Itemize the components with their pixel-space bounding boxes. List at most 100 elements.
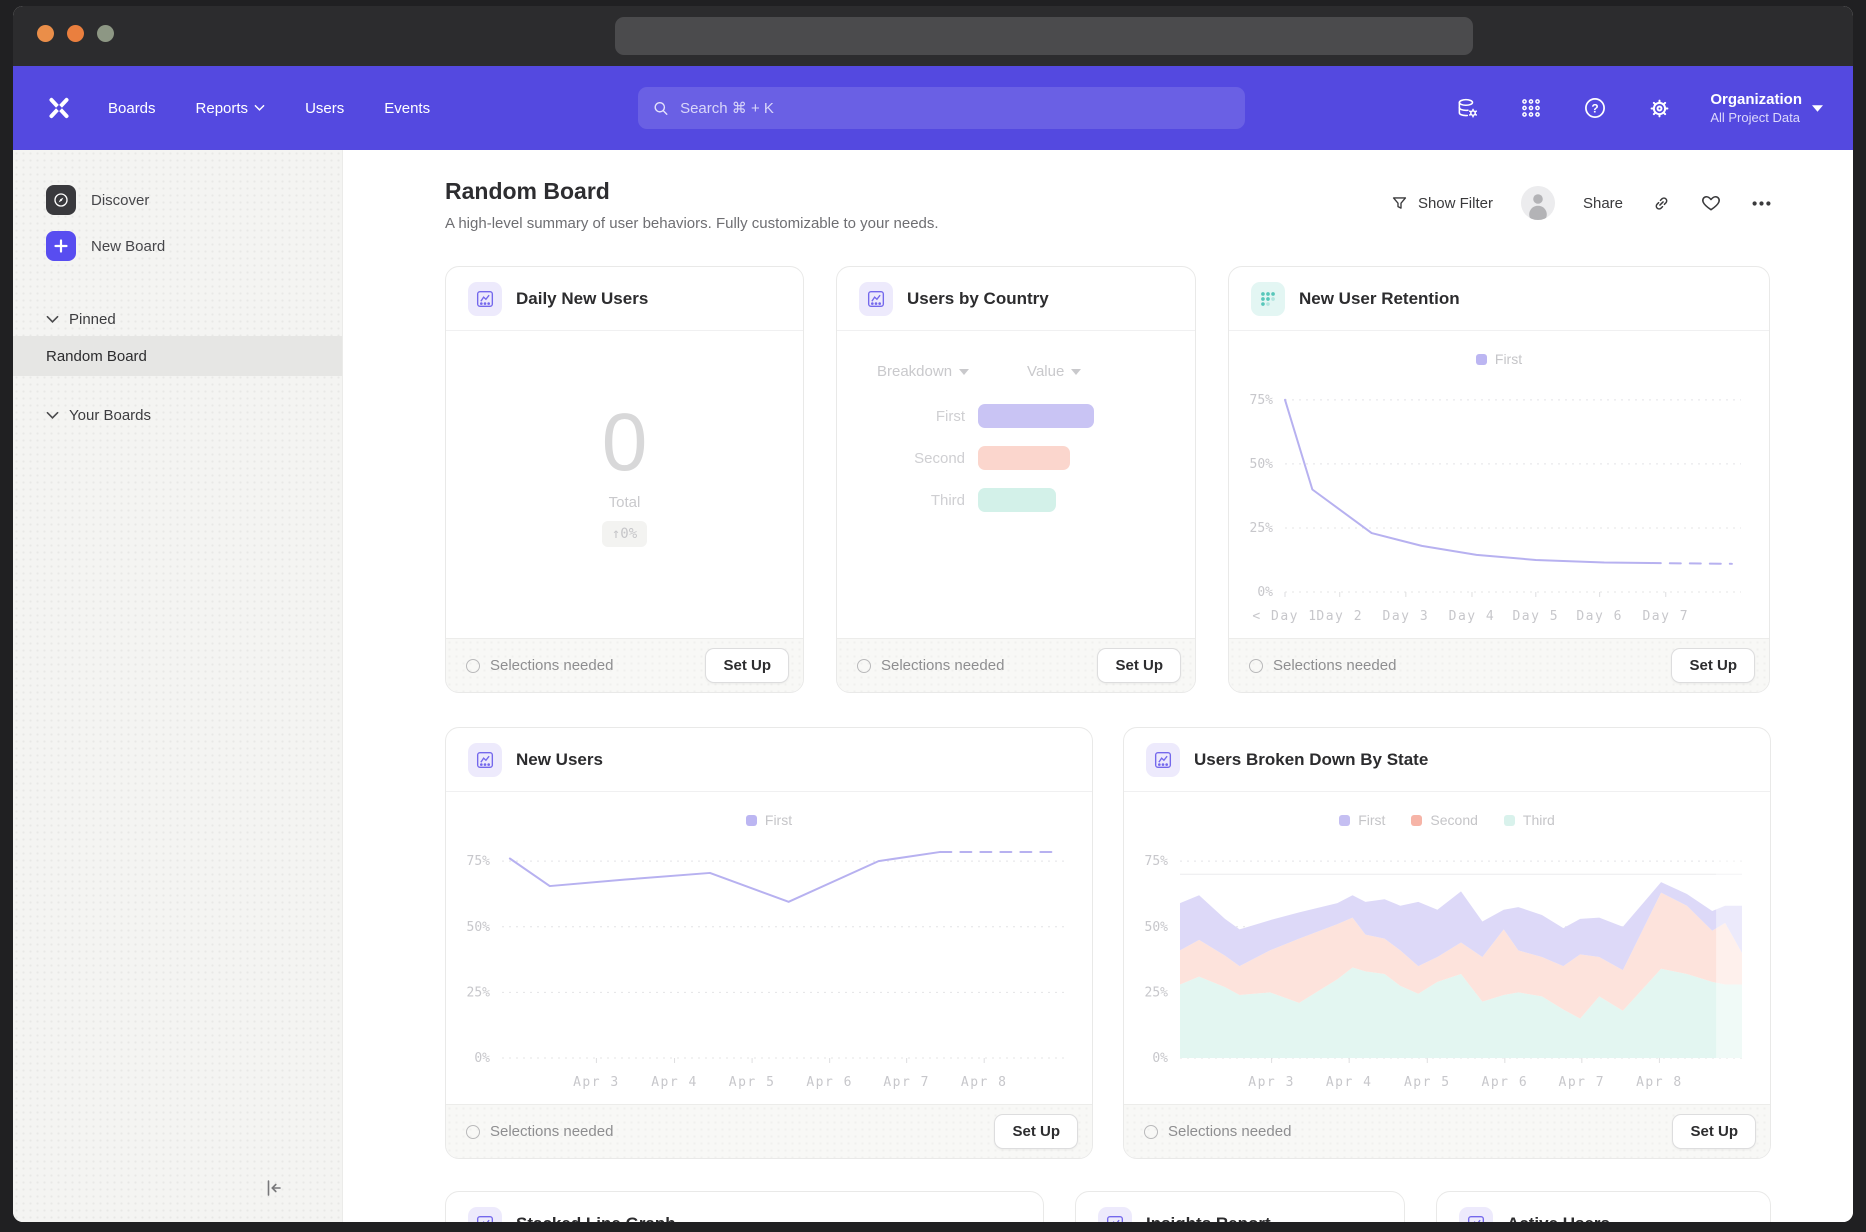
nav-item-label: Boards — [108, 100, 156, 117]
card-header: New User Retention — [1229, 267, 1769, 331]
legend-label: Second — [1430, 812, 1477, 828]
svg-text:Day 5: Day 5 — [1512, 609, 1559, 624]
nav-item-label: Events — [384, 100, 430, 117]
sidebar-item-random-board[interactable]: Random Board — [13, 336, 342, 376]
status-text: Selections needed — [490, 1123, 613, 1140]
breakdown-dropdown[interactable]: Breakdown — [877, 363, 969, 380]
search-input[interactable] — [680, 100, 1231, 117]
bar — [978, 404, 1094, 428]
share-button[interactable]: Share — [1583, 195, 1623, 212]
bar — [978, 446, 1070, 470]
apps-grid-icon[interactable] — [1518, 95, 1544, 121]
bar-row: First — [837, 404, 1195, 428]
org-project-scope: All Project Data — [1710, 109, 1802, 126]
retention-grid-icon — [1251, 282, 1285, 316]
retention-line-chart: 75%50%25%0%< Day 1Day 2Day 3Day 4Day 5Da… — [1229, 371, 1769, 638]
close-window-button[interactable] — [37, 25, 54, 42]
metric-display: 0 Total ↑0% — [446, 321, 803, 628]
new-users-line-chart: 75%50%25%0%Apr 3Apr 4Apr 5Apr 6Apr 7Apr … — [446, 832, 1092, 1104]
insights-chart-icon — [1098, 1207, 1132, 1223]
more-options-button[interactable] — [1750, 192, 1773, 215]
nav-item-users[interactable]: Users — [305, 100, 344, 117]
copy-link-button[interactable] — [1651, 193, 1672, 214]
insights-chart-icon — [468, 743, 502, 777]
minimize-window-button[interactable] — [67, 25, 84, 42]
set-up-button[interactable]: Set Up — [1671, 648, 1755, 683]
svg-text:Apr 8: Apr 8 — [961, 1075, 1008, 1090]
heart-icon — [1700, 192, 1722, 214]
data-settings-icon[interactable] — [1454, 95, 1480, 121]
set-up-button[interactable]: Set Up — [994, 1114, 1078, 1149]
status-text: Selections needed — [1273, 657, 1396, 674]
legend-item: Second — [1411, 812, 1477, 828]
section-label: Your Boards — [69, 407, 151, 424]
bar-label: Third — [837, 492, 965, 509]
breakdown-columns: Breakdown Value — [877, 363, 1195, 380]
page-title: Random Board — [445, 178, 939, 205]
legend-item: Third — [1504, 812, 1555, 828]
card-header: Users Broken Down By State — [1124, 728, 1770, 792]
svg-text:Apr 7: Apr 7 — [1559, 1075, 1606, 1090]
nav-item-events[interactable]: Events — [384, 100, 430, 117]
card-footer: Selections needed Set Up — [446, 638, 803, 692]
insights-chart-icon — [468, 1207, 502, 1223]
legend-label: First — [1358, 812, 1385, 828]
zoom-window-button[interactable] — [97, 25, 114, 42]
bar-label: First — [837, 408, 965, 425]
card-insights-report: Insights Report — [1075, 1191, 1405, 1222]
svg-text:25%: 25% — [1145, 985, 1169, 1000]
sidebar-section-your-boards[interactable]: Your Boards — [13, 398, 342, 432]
card-footer: Selections needed Set Up — [1124, 1104, 1770, 1158]
metric-value: 0 — [602, 402, 648, 484]
org-switcher[interactable]: Organization All Project Data — [1710, 90, 1823, 126]
avatar[interactable] — [1521, 186, 1555, 220]
status-circle-icon — [466, 659, 480, 673]
status-circle-icon — [857, 659, 871, 673]
plus-icon — [46, 231, 76, 261]
sidebar-collapse-button[interactable] — [258, 1174, 286, 1202]
status-text: Selections needed — [490, 657, 613, 674]
legend-item: First — [1339, 812, 1385, 828]
sidebar-item-discover[interactable]: Discover — [13, 180, 342, 220]
favorite-button[interactable] — [1700, 192, 1722, 214]
card-footer: Selections needed Set Up — [446, 1104, 1092, 1158]
mixpanel-logo-icon[interactable] — [46, 95, 72, 121]
global-search[interactable] — [638, 87, 1245, 129]
show-filter-button[interactable]: Show Filter — [1390, 194, 1493, 213]
card-title: Users Broken Down By State — [1194, 750, 1428, 770]
nav-item-reports[interactable]: Reports — [196, 100, 266, 117]
sidebar-section-pinned[interactable]: Pinned — [13, 302, 342, 336]
legend-swatch — [1504, 815, 1515, 826]
insights-chart-icon — [468, 282, 502, 316]
chart-legend: First Second Third — [1124, 808, 1770, 832]
status-circle-icon — [1249, 659, 1263, 673]
nav-item-boards[interactable]: Boards — [108, 100, 156, 117]
insights-chart-icon — [1459, 1207, 1493, 1223]
svg-text:Day 2: Day 2 — [1316, 609, 1363, 624]
nav-item-label: Reports — [196, 100, 249, 117]
card-stacked-line-graph: Stacked Line Graph — [445, 1191, 1044, 1222]
card-header: Active Users — [1437, 1192, 1770, 1222]
svg-text:Apr 5: Apr 5 — [1404, 1075, 1451, 1090]
filter-funnel-icon — [1390, 194, 1409, 213]
dropdown-label: Breakdown — [877, 363, 952, 380]
address-bar[interactable] — [615, 17, 1473, 55]
value-dropdown[interactable]: Value — [1027, 363, 1081, 380]
svg-text:Day 6: Day 6 — [1576, 609, 1623, 624]
discover-compass-icon — [46, 185, 76, 215]
set-up-button[interactable]: Set Up — [1672, 1114, 1756, 1149]
set-up-button[interactable]: Set Up — [1097, 648, 1181, 683]
card-users-broken-down-by-state: Users Broken Down By State First Second Th… — [1123, 727, 1771, 1159]
sidebar-item-new-board[interactable]: New Board — [13, 226, 342, 266]
card-title: New Users — [516, 750, 603, 770]
gear-icon[interactable] — [1646, 95, 1672, 121]
card-title: New User Retention — [1299, 289, 1460, 309]
svg-text:Apr 5: Apr 5 — [729, 1075, 776, 1090]
sidebar-item-label: Random Board — [46, 348, 147, 365]
svg-text:Apr 6: Apr 6 — [806, 1075, 853, 1090]
card-title: Insights Report — [1146, 1214, 1271, 1223]
svg-text:< Day 1: < Day 1 — [1252, 609, 1317, 624]
board-title-block: Random Board A high-level summary of use… — [445, 178, 939, 232]
help-icon[interactable]: ? — [1582, 95, 1608, 121]
set-up-button[interactable]: Set Up — [705, 648, 789, 683]
